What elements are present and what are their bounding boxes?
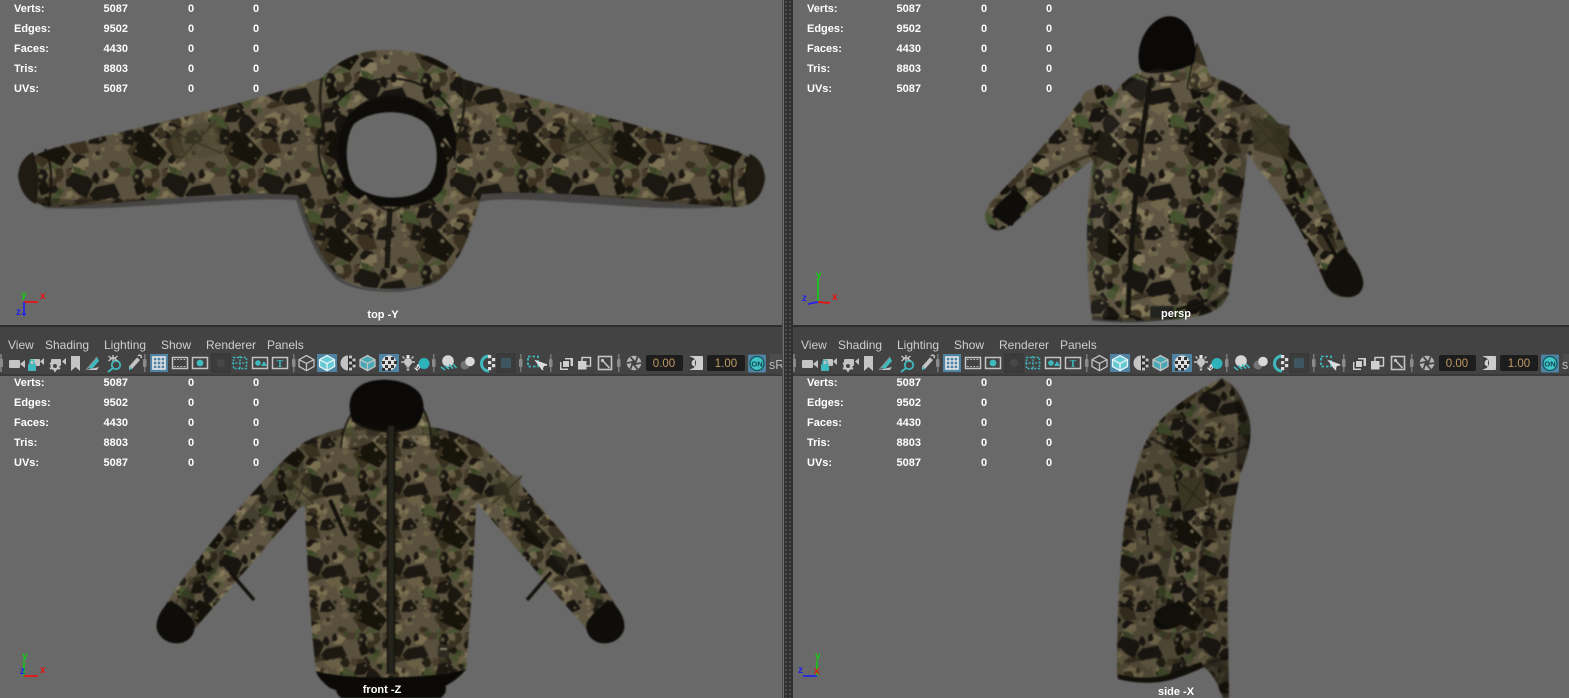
- svg-text:z: z: [16, 307, 21, 318]
- svg-text:T: T: [1070, 359, 1077, 370]
- svg-text:ON: ON: [751, 360, 762, 369]
- svg-text:x: x: [40, 291, 46, 302]
- svg-text:1.00: 1.00: [715, 358, 737, 370]
- svg-text:T: T: [277, 359, 284, 370]
- svg-text:y: y: [815, 651, 821, 662]
- svg-text:y: y: [816, 270, 822, 281]
- svg-text:sR: sR: [769, 358, 783, 372]
- svg-text:x: x: [40, 665, 46, 676]
- svg-text:y: y: [22, 651, 28, 662]
- svg-text:z: z: [802, 293, 807, 304]
- svg-text:0.00: 0.00: [653, 358, 675, 370]
- svg-text:sR: sR: [1562, 358, 1569, 372]
- svg-text:z: z: [20, 666, 25, 677]
- svg-text:y: y: [21, 290, 27, 301]
- svg-text:1.00: 1.00: [1508, 358, 1530, 370]
- svg-text:x: x: [814, 666, 820, 677]
- svg-text:z: z: [798, 665, 803, 676]
- svg-text:x: x: [832, 292, 838, 303]
- svg-text:0.00: 0.00: [1446, 358, 1468, 370]
- svg-text:ON: ON: [1544, 360, 1555, 369]
